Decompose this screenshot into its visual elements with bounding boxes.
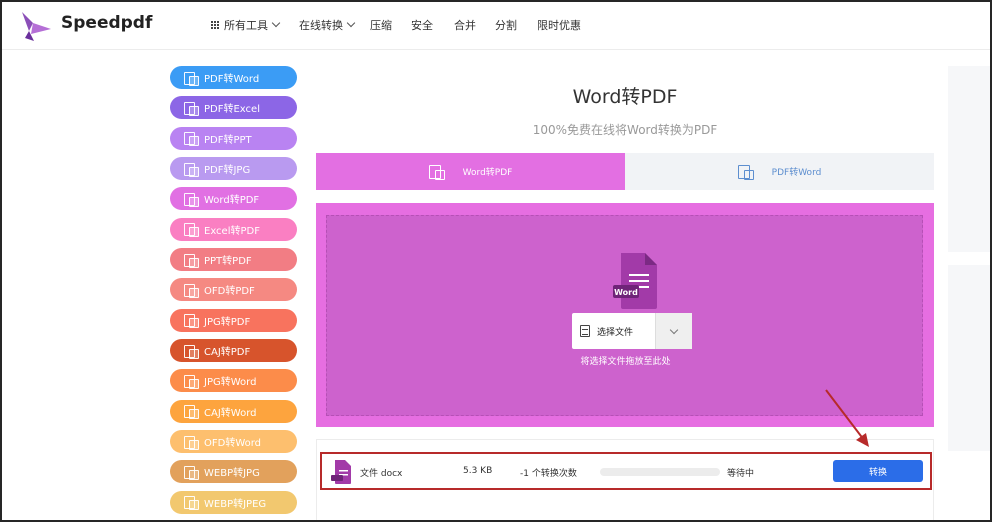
nav-online-convert[interactable]: 在线转换 [299,17,356,33]
sidebar-item-label: CAJ转PDF [204,347,251,359]
convert-file-icon [184,162,199,177]
sidebar-item-label: PDF转Excel [204,104,260,116]
page-title: Word转PDF [572,86,678,108]
browser-page: Speedpdf 所有工具 在线转换 压缩 安全 合并 分割 限时优惠 PDF转… [0,0,992,522]
sidebar-item-pdf-to-excel[interactable]: PDF转Excel [170,96,297,120]
top-header: Speedpdf 所有工具 在线转换 压缩 安全 合并 分割 限时优惠 [2,2,990,50]
convert-file-icon [184,374,199,389]
sidebar-item-label: WEBP转JPEG [204,498,267,510]
word-document-icon: Word [613,253,657,309]
tab-label: PDF转Word [771,168,822,178]
tab-word-to-pdf[interactable]: Word转PDF [316,153,625,190]
sidebar-item-label: OFD转Word [204,438,262,450]
conversion-progress-bar [600,468,720,476]
file-size: 5.3 KB [463,466,493,476]
file-name: 文件 docx [360,469,403,479]
nav-label: 在线转换 [299,19,343,32]
sidebar-item-label: CAJ转Word [204,407,257,419]
file-type-label: Word [614,288,638,297]
sidebar-item-ppt-to-pdf[interactable]: PPT转PDF [170,248,297,272]
chevron-down-icon [669,325,679,334]
sidebar-item-ofd-to-pdf[interactable]: OFD转PDF [170,278,297,302]
conversion-count: -1 个转换次数 [520,469,577,479]
convert-file-icon [184,344,199,359]
nav-split[interactable]: 分割 [495,17,517,33]
butterfly-logo-icon[interactable] [18,10,52,42]
brand-name[interactable]: Speedpdf [61,13,152,33]
convert-file-icon [184,465,199,480]
sidebar-item-label: PDF转JPG [204,165,251,177]
convert-file-icon [184,314,199,329]
sidebar-item-label: JPG转PDF [204,316,251,328]
sidebar-item-label: OFD转PDF [204,286,255,298]
page-subtitle: 100%免费在线将Word转换为PDF [532,123,718,137]
convert-file-icon [428,164,445,180]
sidebar-item-jpg-to-word[interactable]: JPG转Word [170,369,297,393]
select-file-label: 选择文件 [597,327,634,338]
convert-file-icon [184,435,199,450]
select-source-toggle[interactable] [655,313,692,349]
sidebar-item-caj-to-pdf[interactable]: CAJ转PDF [170,339,297,363]
tab-label: Word转PDF [462,168,513,178]
sidebar-item-pdf-to-word[interactable]: PDF转Word [170,66,297,89]
sidebar-item-excel-to-pdf[interactable]: Excel转PDF [170,217,297,241]
convert-file-icon [184,405,199,420]
word-document-icon [331,460,351,484]
convert-file-icon [184,192,199,207]
nav-label: 合并 [454,19,476,32]
right-side-panel [948,265,990,451]
convert-file-icon [184,496,199,511]
convert-button[interactable]: 转换 [833,460,923,482]
sidebar-item-caj-to-word[interactable]: CAJ转Word [170,399,297,423]
nav-label: 所有工具 [224,19,268,32]
right-side-panel [948,66,990,252]
select-file-dropdown[interactable]: 选择文件 [572,313,692,349]
nav-label: 限时优惠 [537,19,581,32]
sidebar-item-webp-to-jpg[interactable]: WEBP转JPG [170,460,297,484]
sidebar-item-label: Excel转PDF [204,225,260,237]
chevron-down-icon [271,18,281,28]
nav-compress[interactable]: 压缩 [370,17,392,33]
sidebar-item-word-to-pdf[interactable]: Word转PDF [170,187,297,211]
sidebar-item-label: PDF转Word [204,74,260,85]
select-file-button[interactable]: 选择文件 [572,313,655,349]
convert-file-icon [184,253,199,268]
sidebar-item-label: PDF转PPT [204,134,252,146]
sidebar-item-webp-to-jpeg[interactable]: WEBP转JPEG [170,490,297,514]
nav-label: 压缩 [370,19,392,32]
sidebar-item-label: PPT转PDF [204,256,252,268]
grid-icon [211,21,219,29]
sidebar-item-pdf-to-ppt[interactable]: PDF转PPT [170,126,297,150]
sidebar-item-pdf-to-jpg[interactable]: PDF转JPG [170,157,297,181]
convert-file-icon [184,101,199,116]
nav-security[interactable]: 安全 [411,17,433,33]
sidebar-item-label: Word转PDF [204,195,260,207]
annotation-arrow-icon [825,389,869,447]
sidebar-item-ofd-to-word[interactable]: OFD转Word [170,430,297,454]
chevron-down-icon [346,18,356,28]
document-icon [580,325,590,337]
tool-sidebar: PDF转Word PDF转Excel PDF转PPT PDF转JPG Word转… [170,66,298,520]
nav-all-tools[interactable]: 所有工具 [211,17,281,33]
convert-file-icon [184,71,199,86]
nav-merge[interactable]: 合并 [454,17,476,33]
convert-file-icon [184,132,199,147]
tab-pdf-to-word[interactable]: PDF转Word [625,153,934,190]
convert-file-icon [184,223,199,238]
file-status: 等待中 [727,469,755,479]
sidebar-item-jpg-to-pdf[interactable]: JPG转PDF [170,308,297,332]
convert-file-icon [737,164,754,180]
nav-label: 分割 [495,19,517,32]
convert-file-icon [184,283,199,298]
sidebar-item-label: WEBP转JPG [204,468,260,480]
nav-label: 安全 [411,19,433,32]
sidebar-item-label: JPG转Word [204,377,257,389]
conversion-tabs: Word转PDF PDF转Word [316,153,934,190]
drop-hint-text: 将选择文件拖放至此处 [580,357,671,367]
file-row: 文件 docx 5.3 KB -1 个转换次数 等待中 转换 [320,452,932,490]
nav-limited-offer[interactable]: 限时优惠 [537,17,581,33]
